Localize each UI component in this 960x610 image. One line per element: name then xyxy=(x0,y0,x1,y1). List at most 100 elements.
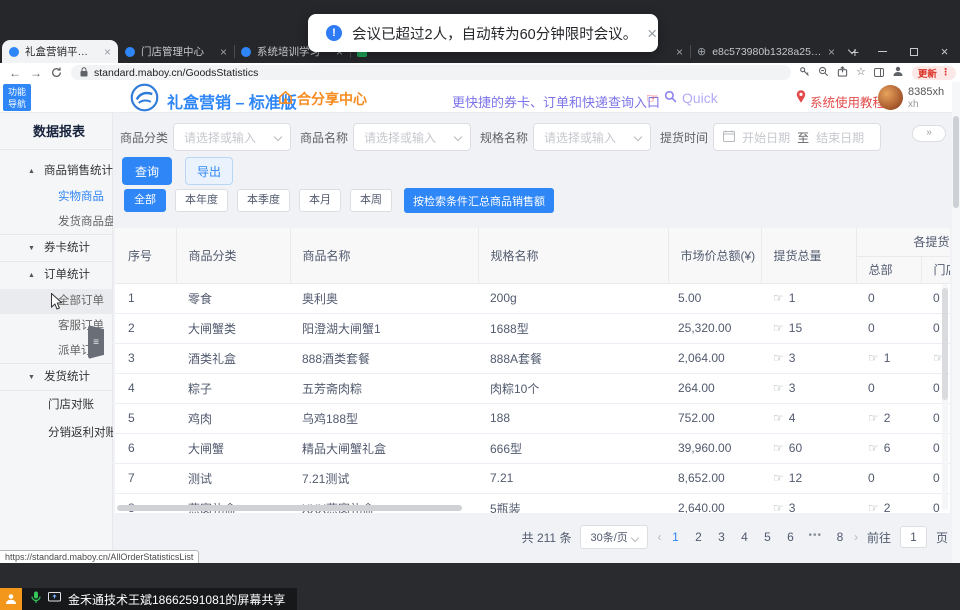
cell-value: 15 xyxy=(789,321,802,335)
page-scrollbar[interactable] xyxy=(952,82,960,563)
window-maximize-button[interactable] xyxy=(898,40,929,63)
window-minimize-button[interactable] xyxy=(867,40,898,63)
forward-icon[interactable]: → xyxy=(30,67,42,79)
toast-close-icon[interactable]: × xyxy=(647,25,657,42)
cell: 25,320.00 xyxy=(668,313,761,343)
summary-button[interactable]: 按检索条件汇总商品销售额 xyxy=(404,188,554,213)
page-ellipsis[interactable]: ••• xyxy=(808,530,822,544)
col-header-pickup: 提货总量 xyxy=(761,228,856,283)
table-row[interactable]: 5鸡肉乌鸡188型188752.00☞4☞20 xyxy=(115,403,950,433)
page-number[interactable]: 5 xyxy=(762,530,772,544)
cell: ☞12 xyxy=(761,463,856,493)
user-avatar[interactable] xyxy=(878,85,903,110)
tab-title: 礼盒营销平台管理中心 xyxy=(25,44,98,59)
sidebar-collapse-handle[interactable]: ≡ xyxy=(88,325,104,359)
page-number[interactable]: 4 xyxy=(739,530,749,544)
main-content: 商品分类请选择或输入商品名称请选择或输入规格名称请选择或输入提货时间开始日期至结… xyxy=(113,113,960,563)
table-row[interactable]: 7测试7.21测试7.218,652.00☞1200 xyxy=(115,463,950,493)
range-tab-本季度[interactable]: 本季度 xyxy=(237,189,290,212)
side-panel-icon[interactable] xyxy=(874,64,884,82)
bottom-strip: 金禾通技术王斌18662591081的屏幕共享 xyxy=(0,563,960,610)
sidebar-item-实物商品[interactable]: 实物商品 xyxy=(0,185,112,210)
cell: 7 xyxy=(115,463,176,493)
meeting-member-icon[interactable] xyxy=(0,588,22,610)
cell-value: 4 xyxy=(789,411,796,425)
back-icon[interactable]: ← xyxy=(9,67,21,79)
tab-close-icon[interactable]: × xyxy=(828,45,835,59)
next-page-icon[interactable]: › xyxy=(854,530,858,544)
filter-select-商品分类[interactable]: 请选择或输入 xyxy=(173,123,291,151)
page-scrollbar-thumb[interactable] xyxy=(953,116,959,208)
url-bar[interactable]: standard.maboy.cn/GoodsStatistics xyxy=(71,65,791,80)
sidebar-item-门店对账[interactable]: 门店对账 xyxy=(0,391,112,419)
browser-tab[interactable]: ⊕e8c573980b1328a258fd2e6f8× xyxy=(690,40,842,63)
zoom-indicator-icon[interactable] xyxy=(818,64,829,82)
tab-close-icon[interactable]: × xyxy=(104,45,111,59)
browser-menu-icon[interactable]: ⋮ xyxy=(941,67,951,78)
export-button[interactable]: 导出 xyxy=(185,157,233,185)
range-tab-本年度[interactable]: 本年度 xyxy=(175,189,228,212)
pickup-date-range[interactable]: 开始日期至结束日期 xyxy=(713,123,881,151)
nav-toggle-line1: 功能 xyxy=(3,86,31,98)
sidebar-group-券卡统计[interactable]: ▼券卡统计 xyxy=(0,235,112,262)
window-menu-button[interactable] xyxy=(836,40,867,63)
range-tab-本月[interactable]: 本月 xyxy=(299,189,341,212)
screen: 礼盒营销平台管理中心×门店管理中心×系统培训学习××⊕e8c573980b132… xyxy=(0,0,960,610)
reload-icon[interactable] xyxy=(51,67,62,78)
browser-tab[interactable]: 门店管理中心× xyxy=(118,40,234,63)
page-number[interactable]: 2 xyxy=(693,530,703,544)
page-number[interactable]: 3 xyxy=(716,530,726,544)
table-row[interactable]: 1零食奥利奥200g5.00☞100 xyxy=(115,283,950,313)
col-header-channel-group: 各提货渠道 xyxy=(856,228,950,256)
prev-page-icon[interactable]: ‹ xyxy=(657,530,661,544)
tab-close-icon[interactable]: × xyxy=(220,45,227,59)
function-nav-button[interactable]: 功能 导航 xyxy=(3,84,31,111)
update-label: 更新 xyxy=(918,66,937,80)
lock-icon xyxy=(80,64,88,82)
date-separator: 至 xyxy=(797,129,809,146)
table-row[interactable]: 6大闸蟹精品大闸蟹礼盒666型39,960.00☞60☞60 xyxy=(115,433,950,463)
share-icon[interactable] xyxy=(837,64,848,82)
bookmark-star-icon[interactable]: ☆ xyxy=(856,67,866,78)
cell: 3 xyxy=(115,343,176,373)
share-center-link[interactable]: 合分享中心 xyxy=(278,89,367,109)
query-button[interactable]: 查询 xyxy=(122,157,172,185)
filter-select-商品名称[interactable]: 请选择或输入 xyxy=(353,123,471,151)
sidebar-item-分销返利对账[interactable]: 分销返利对账 xyxy=(0,419,112,447)
cell: 2,064.00 xyxy=(668,343,761,373)
filter-select-规格名称[interactable]: 请选择或输入 xyxy=(533,123,651,151)
quick-label[interactable]: Quick xyxy=(682,90,718,106)
sidebar-group-订单统计[interactable]: ▲订单统计 xyxy=(0,262,112,289)
quick-search-icon[interactable] xyxy=(664,90,677,108)
page-number[interactable]: 8 xyxy=(835,530,845,544)
triangle-down-icon: ▼ xyxy=(28,235,35,262)
page-size-select[interactable]: 30条/页 xyxy=(580,525,648,549)
table-row[interactable]: 4粽子五芳斋肉粽肉粽10个264.00☞300 xyxy=(115,373,950,403)
tutorial-link[interactable]: 系统使用教程 xyxy=(810,92,885,111)
table-horizontal-scrollbar-thumb[interactable] xyxy=(117,505,462,511)
expand-filters-button[interactable]: » xyxy=(912,125,946,142)
page-number[interactable]: 6 xyxy=(785,530,795,544)
window-close-button[interactable]: × xyxy=(929,40,960,63)
table-vertical-scrollbar[interactable] xyxy=(942,284,948,510)
tab-close-icon[interactable]: × xyxy=(676,45,683,59)
range-tab-全部[interactable]: 全部 xyxy=(124,189,166,212)
browser-tab[interactable]: 礼盒营销平台管理中心 × xyxy=(2,40,118,63)
table-row[interactable]: 3酒类礼盒888酒类套餐888A套餐2,064.00☞3☞1☞ xyxy=(115,343,950,373)
sidebar-group-发货统计[interactable]: ▼发货统计 xyxy=(0,364,112,391)
table-vertical-scrollbar-thumb[interactable] xyxy=(942,288,948,400)
cell: 5.00 xyxy=(668,283,761,313)
table-row[interactable]: 2大闸蟹类阳澄湖大闸蟹11688型25,320.00☞1500 xyxy=(115,313,950,343)
range-tab-本周[interactable]: 本周 xyxy=(350,189,392,212)
screen-share-icon xyxy=(48,592,61,606)
cell: 大闸蟹类 xyxy=(176,313,290,343)
screen-share-bar[interactable]: 金禾通技术王斌18662591081的屏幕共享 xyxy=(22,588,297,610)
sidebar-item-发货商品盘点[interactable]: 发货商品盘点 xyxy=(0,210,112,235)
calendar-icon xyxy=(723,130,735,145)
key-icon[interactable] xyxy=(799,64,810,82)
page-number[interactable]: 1 xyxy=(670,530,680,544)
update-button[interactable]: 更新 ⋮ xyxy=(912,66,957,80)
profile-icon[interactable] xyxy=(892,64,904,82)
jump-page-input[interactable] xyxy=(900,526,927,548)
sidebar-group-商品销售统计[interactable]: ▲商品销售统计 xyxy=(0,158,112,185)
